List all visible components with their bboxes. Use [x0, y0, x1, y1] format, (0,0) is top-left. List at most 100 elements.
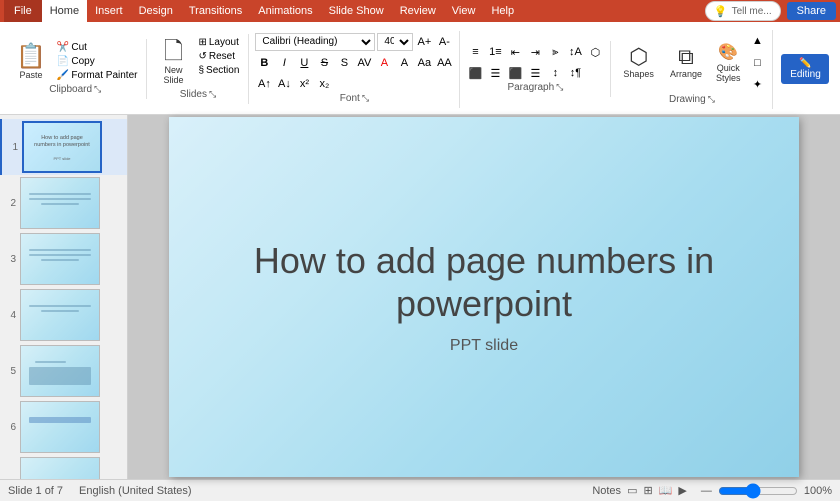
text-direction-btn[interactable]: ↕A [566, 43, 584, 61]
slide-thumb-4[interactable]: 4 [0, 287, 127, 343]
clipboard-group: 📋 Paste ✂️ Cut 📄 Copy 🖌️ Format Painter [4, 39, 147, 99]
format-painter-button[interactable]: 🖌️ Format Painter [54, 69, 141, 82]
zoom-level: — [701, 485, 712, 497]
quick-styles-button[interactable]: 🎨 Quick Styles [712, 40, 745, 85]
font-size-select[interactable]: 40 [377, 33, 413, 51]
quick-styles-icon: 🎨 [718, 42, 738, 62]
slides-label: Slides [180, 89, 207, 100]
insert-menu[interactable]: Insert [87, 0, 131, 22]
slides-group: 🗋 New Slide ⊞ Layout ↺ Reset § Section [147, 34, 249, 104]
decrease-font-btn[interactable]: A- [435, 33, 453, 51]
clear-format-button[interactable]: Aa [415, 54, 433, 72]
section-button[interactable]: § Section [195, 64, 242, 77]
copy-icon: 📄 [57, 56, 69, 67]
align-center-btn[interactable]: ☰ [486, 64, 504, 82]
change-case-button[interactable]: AA [435, 54, 453, 72]
align-right-btn[interactable]: ⬛ [506, 64, 524, 82]
slide-title[interactable]: How to add page numbers in powerpoint [169, 239, 799, 325]
slide-thumb-1[interactable]: 1 How to add page numbers in powerpoint … [0, 119, 127, 175]
slide-thumbnail-5[interactable] [20, 345, 100, 397]
slide-count-label: Slide 1 of 7 [8, 485, 63, 497]
drawing-group: ⬡ Shapes ⧉ Arrange 🎨 Quick Styles ▲ □ ✦ [611, 30, 773, 109]
reset-icon: ↺ [198, 51, 206, 62]
clipboard-expand-icon[interactable]: ⤡ [94, 84, 101, 95]
shape-outline-btn[interactable]: □ [748, 54, 766, 72]
slide-thumbnail-4[interactable] [20, 289, 100, 341]
slide-thumb-7[interactable]: 7 [0, 455, 127, 479]
transitions-menu[interactable]: Transitions [181, 0, 250, 22]
strikethrough-button[interactable]: S [315, 54, 333, 72]
increase-indent-btn[interactable]: ⇥ [526, 43, 544, 61]
language-label: English (United States) [79, 485, 192, 497]
share-button[interactable]: Share [787, 2, 836, 20]
shapes-button[interactable]: ⬡ Shapes [617, 42, 660, 83]
home-menu[interactable]: Home [42, 0, 87, 22]
line-spacing-btn[interactable]: ↕ [546, 64, 564, 82]
italic-button[interactable]: I [275, 54, 293, 72]
view-menu[interactable]: View [444, 0, 484, 22]
arrange-icon: ⧉ [678, 46, 694, 68]
font-color-button[interactable]: A [375, 54, 393, 72]
arrange-button[interactable]: ⧉ Arrange [664, 42, 708, 83]
notes-button[interactable]: Notes [592, 485, 621, 497]
slide-thumb-2[interactable]: 2 [0, 175, 127, 231]
shape-effects-btn[interactable]: ✦ [748, 76, 766, 94]
font-size-increase-2[interactable]: A↑ [255, 75, 273, 93]
slide-thumbnail-3[interactable] [20, 233, 100, 285]
align-left-btn[interactable]: ⬛ [466, 64, 484, 82]
layout-button[interactable]: ⊞ Layout [195, 36, 242, 49]
zoom-slider[interactable] [718, 483, 798, 499]
slide-thumbnail-7[interactable] [20, 457, 100, 479]
shadow-button[interactable]: S [335, 54, 353, 72]
tell-me-label: Tell me... [732, 6, 772, 17]
slides-expand-icon[interactable]: ⤡ [209, 89, 216, 100]
font-name-select[interactable]: Calibri (Heading) [255, 33, 375, 51]
shape-fill-btn[interactable]: ▲ [748, 32, 766, 50]
drawing-expand-icon[interactable]: ⤡ [708, 94, 715, 105]
tell-me-input[interactable]: 💡 Tell me... [705, 1, 781, 21]
animations-menu[interactable]: Animations [250, 0, 320, 22]
view-slideshow-icon[interactable]: ▶ [678, 484, 686, 497]
lightbulb-icon: 💡 [714, 5, 728, 18]
view-normal-icon[interactable]: ▭ [627, 484, 637, 497]
slide-thumb-5[interactable]: 5 [0, 343, 127, 399]
char-spacing-button[interactable]: AV [355, 54, 373, 72]
justify-btn[interactable]: ☰ [526, 64, 544, 82]
slide-thumb-6[interactable]: 6 [0, 399, 127, 455]
bold-button[interactable]: B [255, 54, 273, 72]
paragraph-spacing-btn[interactable]: ↕¶ [566, 64, 584, 82]
highlight-color-button[interactable]: A [395, 54, 413, 72]
superscript-button[interactable]: x² [295, 75, 313, 93]
slide-canvas[interactable]: How to add page numbers in powerpoint PP… [169, 117, 799, 477]
view-reading-icon[interactable]: 📖 [659, 484, 673, 497]
decrease-indent-btn[interactable]: ⇤ [506, 43, 524, 61]
slide-subtitle[interactable]: PPT slide [450, 337, 518, 355]
font-expand-icon[interactable]: ⤡ [362, 93, 369, 104]
underline-button[interactable]: U [295, 54, 313, 72]
increase-font-btn[interactable]: A+ [415, 33, 433, 51]
subscript-button[interactable]: x₂ [315, 75, 333, 93]
editing-button[interactable]: ✏️ Editing [781, 54, 829, 84]
font-group: Calibri (Heading) 40 A+ A- B I U S S AV … [249, 31, 460, 108]
file-menu[interactable]: File [4, 0, 42, 22]
reset-button[interactable]: ↺ Reset [195, 50, 242, 63]
paste-button[interactable]: 📋 Paste [10, 41, 52, 84]
view-sorter-icon[interactable]: ⊞ [643, 484, 652, 497]
review-menu[interactable]: Review [392, 0, 444, 22]
slideshow-menu[interactable]: Slide Show [321, 0, 392, 22]
slide-thumbnail-1[interactable]: How to add page numbers in powerpoint PP… [22, 121, 102, 173]
columns-btn[interactable]: ⫸ [546, 43, 564, 61]
slide-thumbnail-6[interactable] [20, 401, 100, 453]
slide-thumb-3[interactable]: 3 [0, 231, 127, 287]
help-menu[interactable]: Help [483, 0, 522, 22]
new-slide-button[interactable]: 🗋 New Slide [153, 36, 193, 89]
slide-thumbnail-2[interactable] [20, 177, 100, 229]
numbered-list-btn[interactable]: 1≡ [486, 43, 504, 61]
font-size-decrease-2[interactable]: A↓ [275, 75, 293, 93]
cut-button[interactable]: ✂️ Cut [54, 41, 141, 54]
design-menu[interactable]: Design [131, 0, 181, 22]
paragraph-expand-icon[interactable]: ⤡ [556, 82, 563, 93]
convert-smartart-btn[interactable]: ⬡ [586, 43, 604, 61]
copy-button[interactable]: 📄 Copy [54, 55, 141, 68]
bullet-list-btn[interactable]: ≡ [466, 43, 484, 61]
